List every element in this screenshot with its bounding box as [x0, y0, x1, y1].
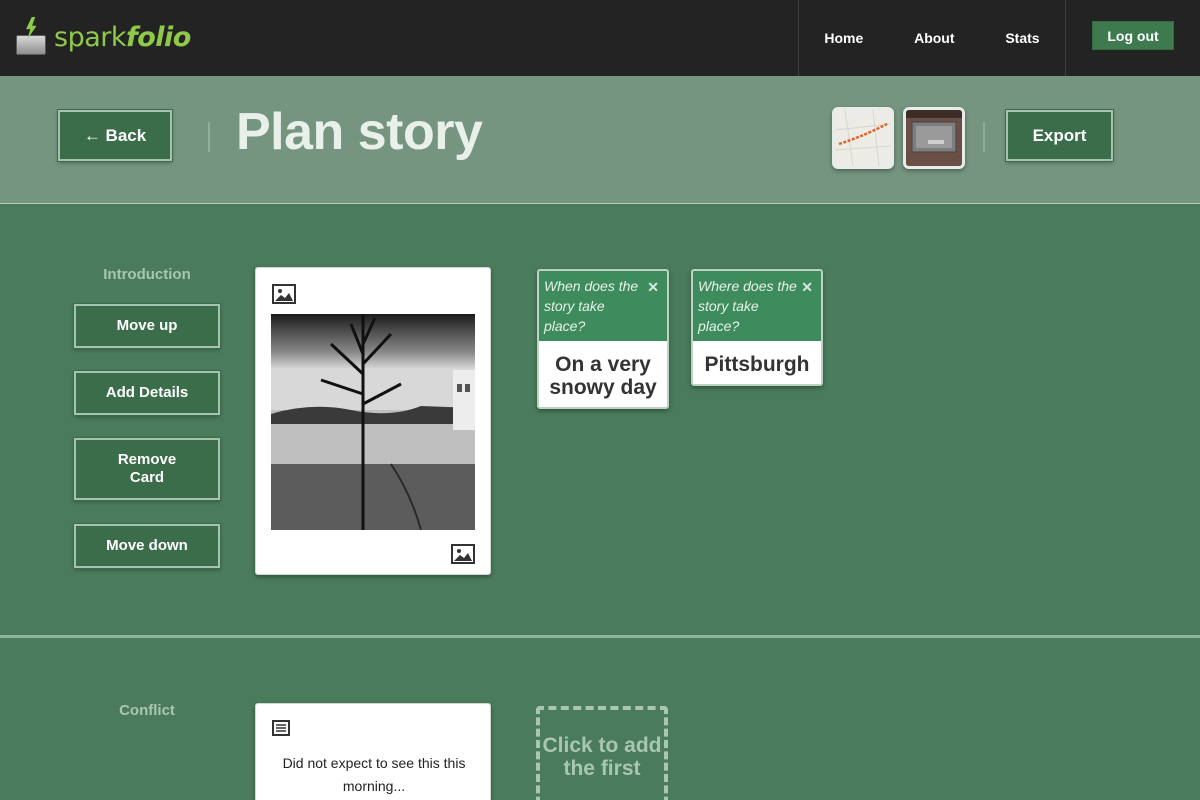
snowy-tree-photo [271, 314, 475, 530]
doormat-thumbnail[interactable] [903, 107, 965, 169]
header-divider-right [983, 122, 985, 152]
move-up-button[interactable]: Move up [74, 304, 220, 348]
logout-button[interactable]: Log out [1092, 21, 1174, 50]
question-card-when[interactable]: When does the story take place? ✕ On a v… [537, 269, 669, 409]
map-thumbnail[interactable] [832, 107, 894, 169]
doormat-thumbnail-image [906, 110, 962, 166]
text-story-card[interactable]: Did not expect to see this this morning.… [255, 703, 491, 800]
question-text: When does the story take place? [544, 278, 639, 334]
image-story-card[interactable] [255, 267, 491, 575]
nav-about-link[interactable]: About [914, 30, 954, 46]
answer-text: Pittsburgh [704, 353, 810, 376]
export-button[interactable]: Export [1006, 110, 1113, 161]
text-card-content: Did not expect to see this this morning.… [282, 755, 466, 794]
image-icon [272, 284, 296, 304]
section-label-conflict: Conflict [119, 702, 175, 719]
add-details-button[interactable]: Add Details [74, 371, 220, 415]
question-card-where[interactable]: Where does the story take place? ✕ Pitts… [691, 269, 823, 386]
close-icon[interactable]: ✕ [647, 277, 659, 297]
move-down-button[interactable]: Move down [74, 524, 220, 568]
answer-text: On a very snowy day [549, 353, 657, 399]
logo-crate-icon [14, 17, 48, 55]
image-icon-bottom [451, 544, 475, 564]
nav-home-link[interactable]: Home [824, 30, 863, 46]
add-first-card-button[interactable]: Click to add the first [536, 706, 668, 800]
top-nav-bar: sparkfolio Home About Stats Log out [0, 0, 1200, 76]
brand-logo[interactable]: sparkfolio [14, 14, 191, 60]
section-label-introduction: Introduction [103, 266, 191, 283]
brand-name-folio: folio [126, 21, 191, 53]
remove-card-button[interactable]: Remove Card [74, 438, 220, 500]
close-icon[interactable]: ✕ [801, 277, 813, 297]
page-title: Plan story [236, 103, 483, 161]
brand-name: sparkfolio [54, 22, 191, 53]
question-card-header: When does the story take place? ✕ [539, 271, 667, 341]
map-thumbnail-image [835, 110, 891, 166]
text-icon [272, 720, 290, 736]
nav-stats-link[interactable]: Stats [1005, 30, 1039, 46]
question-text: Where does the story take place? [698, 278, 797, 334]
back-button[interactable]: ← Back [58, 110, 172, 161]
question-card-header: Where does the story take place? ✕ [693, 271, 821, 341]
brand-name-spark: spark [54, 21, 127, 53]
header-divider [208, 122, 210, 152]
section-divider [0, 635, 1200, 638]
main-nav: Home About Stats [798, 0, 1066, 76]
